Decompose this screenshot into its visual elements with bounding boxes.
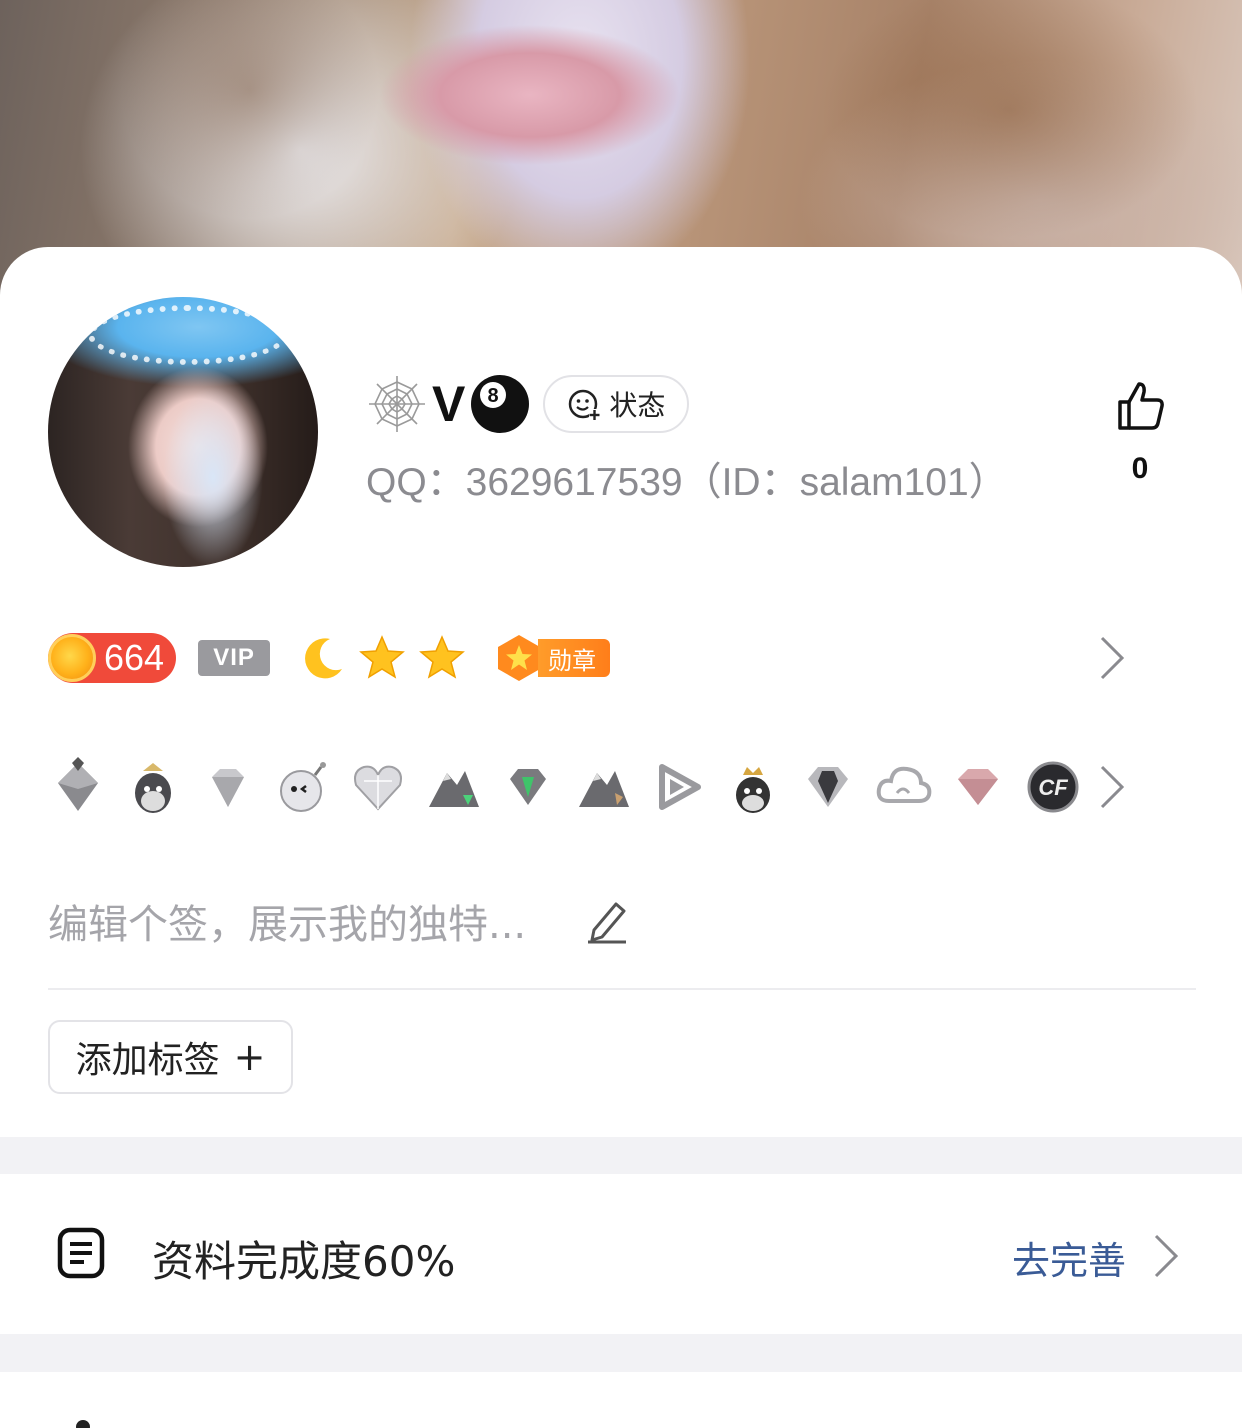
service-icons-row[interactable]: CF bbox=[48, 752, 1188, 822]
avatar[interactable] bbox=[48, 297, 318, 567]
svg-text:CF: CF bbox=[1038, 775, 1068, 800]
signature-placeholder: 编辑个签，展示我的独特... bbox=[48, 902, 527, 948]
edit-pen-icon[interactable] bbox=[586, 898, 628, 944]
divider bbox=[48, 988, 1196, 990]
silver-diamond-icon bbox=[212, 769, 244, 807]
mountain-gem-icon bbox=[429, 771, 479, 807]
mountain-flag-icon bbox=[579, 771, 629, 807]
penguin-cap-icon bbox=[135, 763, 171, 813]
chevron-right-icon bbox=[1100, 765, 1125, 809]
next-section bbox=[0, 1372, 1242, 1428]
cover-photo-shade-left bbox=[120, 0, 380, 220]
video-play-icon bbox=[659, 764, 701, 810]
crowned-penguin-icon bbox=[736, 767, 770, 813]
cloud-icon bbox=[876, 766, 932, 803]
cf-logo-icon: CF bbox=[1027, 761, 1079, 813]
eight-ball-icon: 8 bbox=[471, 375, 530, 433]
status-label: 状态 bbox=[609, 389, 666, 422]
star-icon bbox=[419, 635, 465, 679]
add-tag-label: 添加标签 bbox=[75, 1040, 220, 1081]
sun-coin-icon bbox=[48, 634, 96, 682]
green-diamond-icon bbox=[510, 769, 546, 805]
dark-diamond-icon bbox=[808, 767, 848, 807]
crystal-heart-icon bbox=[354, 765, 402, 811]
medal-label: 勋章 bbox=[538, 639, 611, 677]
section-icon bbox=[76, 1420, 90, 1428]
level-badge: 664 bbox=[48, 633, 177, 683]
qq-id-line[interactable]: QQ：3629617539（ID：salam101） bbox=[366, 451, 1008, 507]
status-button[interactable]: 状态 bbox=[543, 375, 690, 433]
like-button[interactable]: 0 bbox=[1110, 378, 1170, 486]
document-icon bbox=[57, 1227, 105, 1279]
thumbs-up-icon bbox=[1118, 382, 1164, 430]
avatar-headband bbox=[88, 305, 288, 365]
like-count: 0 bbox=[1131, 452, 1149, 485]
chevron-right-icon bbox=[1154, 1234, 1179, 1278]
bomb-face-icon bbox=[280, 762, 326, 812]
level-number: 664 bbox=[104, 637, 165, 678]
moon-icon bbox=[305, 638, 343, 679]
cover-photo-shade bbox=[820, 0, 1200, 240]
completion-label: 资料完成度60% bbox=[152, 1237, 456, 1286]
svg-text:8: 8 bbox=[488, 385, 499, 407]
medal-star-icon bbox=[498, 635, 541, 681]
name-row: V 8 状态 bbox=[366, 372, 690, 436]
diamond-pyramid-icon bbox=[58, 757, 98, 811]
vip-badge: VIP bbox=[198, 640, 271, 676]
complete-profile-link[interactable]: 去完善 bbox=[1012, 1230, 1126, 1285]
pink-diamond-icon bbox=[958, 769, 998, 805]
add-tag-button[interactable]: 添加标签 + bbox=[48, 1020, 293, 1094]
profile-name: V bbox=[432, 376, 466, 432]
star-icon bbox=[359, 635, 405, 679]
smile-plus-icon bbox=[569, 389, 601, 420]
profile-completion-row[interactable]: 资料完成度60% 去完善 bbox=[0, 1174, 1242, 1334]
plus-icon: + bbox=[233, 1035, 266, 1079]
spider-web-icon bbox=[369, 376, 425, 432]
signature-row[interactable]: 编辑个签，展示我的独特... bbox=[48, 893, 628, 949]
level-badges-row[interactable]: 664 VIP 勋章 bbox=[48, 628, 1188, 688]
chevron-right-icon bbox=[1100, 636, 1125, 680]
medal-badge: 勋章 bbox=[494, 634, 611, 682]
